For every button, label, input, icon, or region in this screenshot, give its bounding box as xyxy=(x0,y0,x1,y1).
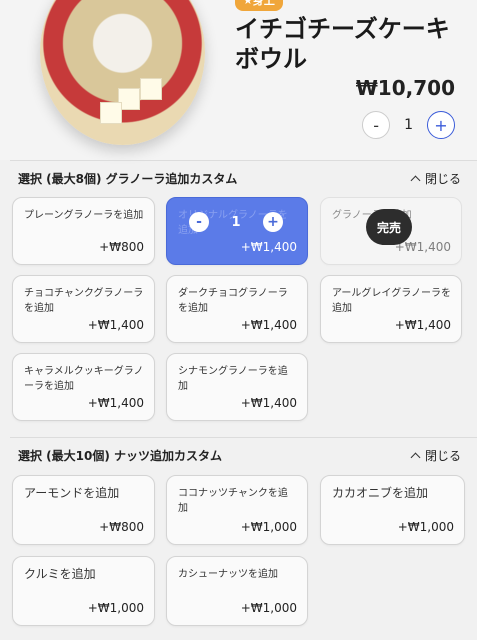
close-label: 閉じる xyxy=(424,449,461,463)
nuts-section-header: 選択 (最大10個) ナッツ追加カスタム 閉じる xyxy=(18,447,461,464)
granola-option-card[interactable]: キャラメルクッキーグラノーラを追加 +₩1,400 xyxy=(12,353,155,421)
option-price: +₩1,400 xyxy=(87,318,144,332)
granola-option-card-selected[interactable]: オリジナルグラノーラを追加 - 1 + +₩1,400 xyxy=(166,197,308,265)
granola-option-card[interactable]: シナモングラノーラを追加 +₩1,400 xyxy=(166,353,308,421)
option-price: +₩1,400 xyxy=(87,396,144,410)
product-image xyxy=(40,0,205,145)
option-price: +₩1,000 xyxy=(240,601,297,615)
chevron-up-icon xyxy=(410,452,421,463)
option-plus-button[interactable]: + xyxy=(262,212,283,232)
quantity-stepper: - 1 + xyxy=(362,110,455,140)
nuts-section-title: 選択 (最大10個) ナッツ追加カスタム xyxy=(18,449,223,463)
option-name: クルミを追加 xyxy=(24,567,96,581)
option-name: チョコチャンクグラノーラを追加 xyxy=(24,288,144,314)
nuts-option-card[interactable]: カシューナッツを追加 +₩1,000 xyxy=(166,556,308,626)
qty-plus-button[interactable]: + xyxy=(427,111,455,139)
divider xyxy=(10,160,477,161)
option-price: +₩1,000 xyxy=(87,601,144,615)
granola-option-card[interactable]: プレーングラノーラを追加 +₩800 xyxy=(12,197,155,265)
option-name: カシューナッツを追加 xyxy=(178,569,278,580)
option-price: +₩1,000 xyxy=(397,520,454,534)
option-name: アーモンドを追加 xyxy=(24,486,120,500)
nuts-option-card[interactable]: クルミを追加 +₩1,000 xyxy=(12,556,155,626)
cheese-cube xyxy=(140,78,162,100)
nuts-option-card[interactable]: カカオニブを追加 +₩1,000 xyxy=(320,475,465,545)
option-price: +₩1,400 xyxy=(240,318,297,332)
option-quantity-stepper: - 1 + xyxy=(189,212,283,232)
product-badge: ★身上 xyxy=(235,0,283,11)
option-minus-button[interactable]: - xyxy=(189,212,209,232)
option-name: キャラメルクッキーグラノーラを追加 xyxy=(24,366,144,392)
cheese-cube xyxy=(100,102,122,124)
product-price: ₩10,700 xyxy=(355,76,455,100)
divider xyxy=(10,437,477,438)
option-price: +₩800 xyxy=(99,240,144,254)
close-label: 閉じる xyxy=(424,172,461,186)
nuts-option-card[interactable]: ココナッツチャンクを追加 +₩1,000 xyxy=(166,475,308,545)
option-price: +₩1,000 xyxy=(240,520,297,534)
option-price: +₩1,400 xyxy=(240,240,297,254)
option-name: ココナッツチャンクを追加 xyxy=(178,488,288,514)
option-price: +₩1,400 xyxy=(394,318,451,332)
granola-close-button[interactable]: 閉じる xyxy=(410,170,461,187)
product-title: イチゴチーズケーキボウル xyxy=(235,15,450,73)
granola-option-card[interactable]: ダークチョコグラノーラを追加 +₩1,400 xyxy=(166,275,308,343)
granola-option-card[interactable]: アールグレイグラノーラを追加 +₩1,400 xyxy=(320,275,462,343)
product-header: ★身上 イチゴチーズケーキボウル ₩10,700 - 1 + xyxy=(0,0,477,160)
chevron-up-icon xyxy=(410,175,421,186)
qty-value: 1 xyxy=(404,117,413,133)
granola-section-title: 選択 (最大8個) グラノーラ追加カスタム xyxy=(18,172,238,186)
nuts-close-button[interactable]: 閉じる xyxy=(410,447,461,464)
option-name: シナモングラノーラを追加 xyxy=(178,366,288,392)
option-name: アールグレイグラノーラを追加 xyxy=(332,288,451,314)
option-name: カカオニブを追加 xyxy=(332,486,429,500)
qty-minus-button[interactable]: - xyxy=(362,111,391,139)
sold-out-badge: 完売 xyxy=(366,209,412,245)
option-name: ダークチョコグラノーラを追加 xyxy=(178,288,288,314)
granola-option-card[interactable]: チョコチャンクグラノーラを追加 +₩1,400 xyxy=(12,275,155,343)
option-price: +₩1,400 xyxy=(240,396,297,410)
option-qty: 1 xyxy=(231,214,241,230)
option-price: +₩800 xyxy=(99,520,144,534)
granola-section-header: 選択 (最大8個) グラノーラ追加カスタム 閉じる xyxy=(18,170,461,187)
nuts-option-card[interactable]: アーモンドを追加 +₩800 xyxy=(12,475,155,545)
option-name: プレーングラノーラを追加 xyxy=(24,210,144,221)
